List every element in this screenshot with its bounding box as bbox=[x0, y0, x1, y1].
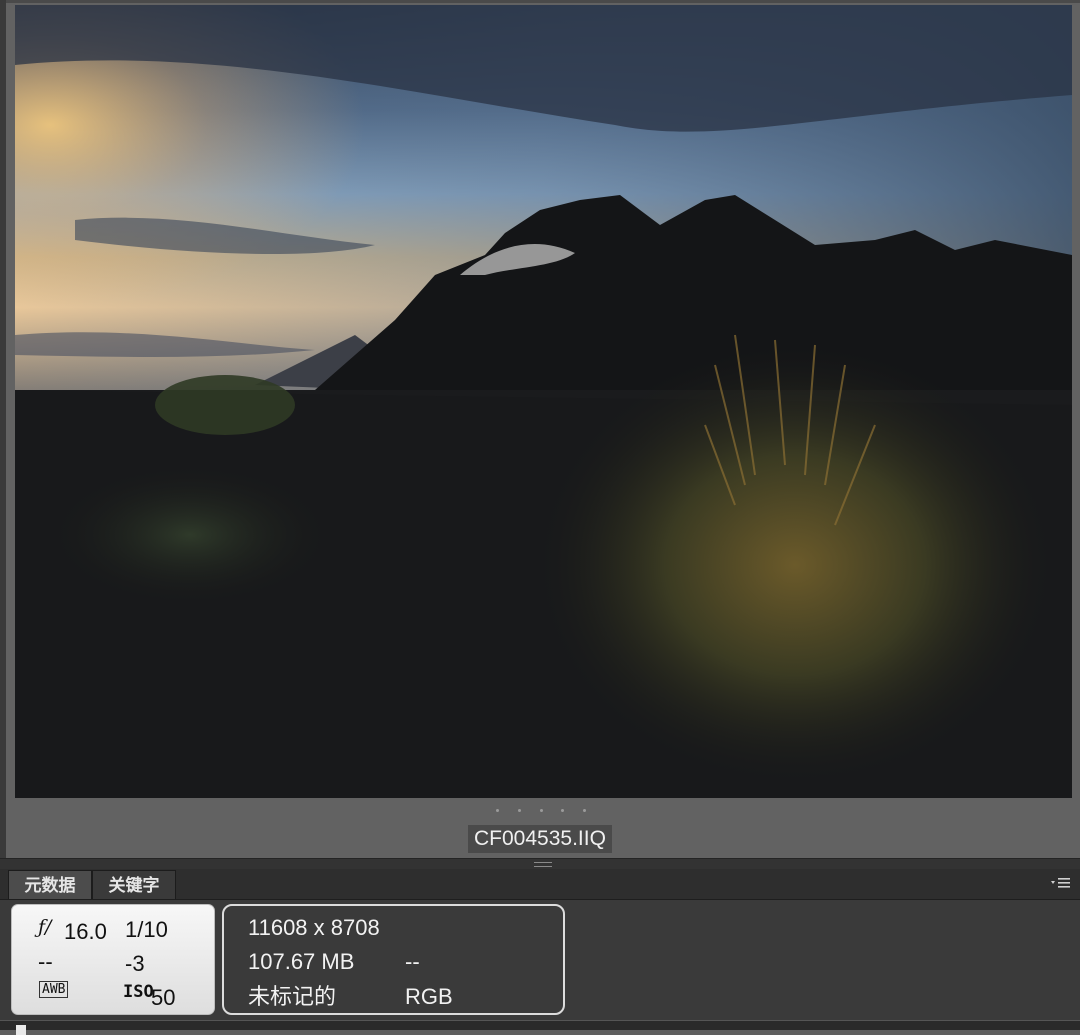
pager-dot[interactable] bbox=[539, 808, 543, 812]
image-dimensions: 11608 x 8708 bbox=[248, 915, 380, 940]
image-filename[interactable]: CF004535.IIQ bbox=[468, 825, 612, 853]
panel-options-icon[interactable] bbox=[1050, 875, 1072, 891]
color-space: RGB bbox=[405, 984, 453, 1009]
iso-icon: ISO bbox=[123, 982, 154, 1002]
section-checkbox-icon[interactable] bbox=[16, 1025, 26, 1035]
aperture-value: 16.0 bbox=[64, 919, 107, 944]
metadata-panel: 元数据 关键字 ƒ/ 16.0 1/10 -- -3 AWB ISO 50 11… bbox=[0, 869, 1080, 1035]
exif-summary: ƒ/ 16.0 1/10 -- -3 AWB ISO 50 bbox=[11, 904, 215, 1015]
image-viewer: CF004535.IIQ bbox=[0, 0, 1080, 858]
pager-dot[interactable] bbox=[561, 808, 565, 812]
pager-dot[interactable] bbox=[517, 808, 521, 812]
iso-value: 50 bbox=[151, 985, 176, 1010]
landscape-photo-icon bbox=[15, 5, 1072, 798]
filmstrip-pager[interactable] bbox=[496, 804, 586, 816]
photo-preview[interactable] bbox=[15, 5, 1072, 798]
viewer-top-border bbox=[0, 0, 1080, 3]
tab-keywords-label: 关键字 bbox=[108, 876, 160, 895]
tab-metadata[interactable]: 元数据 bbox=[8, 870, 92, 899]
color-label: 未标记的 bbox=[248, 984, 337, 1009]
viewer-left-border bbox=[0, 0, 6, 858]
exposure-compensation: -3 bbox=[125, 951, 145, 976]
file-size: 107.67 MB bbox=[248, 949, 355, 974]
tab-metadata-label: 元数据 bbox=[24, 876, 76, 895]
tab-keywords[interactable]: 关键字 bbox=[92, 870, 176, 899]
file-extra: -- bbox=[405, 949, 420, 974]
metering-mode: -- bbox=[38, 949, 53, 974]
pager-dot[interactable] bbox=[496, 808, 499, 812]
file-info: 11608 x 8708 107.67 MB -- 未标记的 RGB bbox=[222, 904, 565, 1015]
pager-dot[interactable] bbox=[583, 808, 586, 812]
panel-tab-bar: 元数据 关键字 bbox=[0, 869, 1080, 900]
metadata-content: ƒ/ 16.0 1/10 -- -3 AWB ISO 50 11608 x 87… bbox=[0, 900, 1080, 1020]
aperture-icon: ƒ/ bbox=[38, 916, 52, 938]
shutter-speed: 1/10 bbox=[125, 917, 168, 942]
drag-handle-icon[interactable] bbox=[534, 862, 552, 867]
white-balance-icon: AWB bbox=[39, 981, 69, 998]
